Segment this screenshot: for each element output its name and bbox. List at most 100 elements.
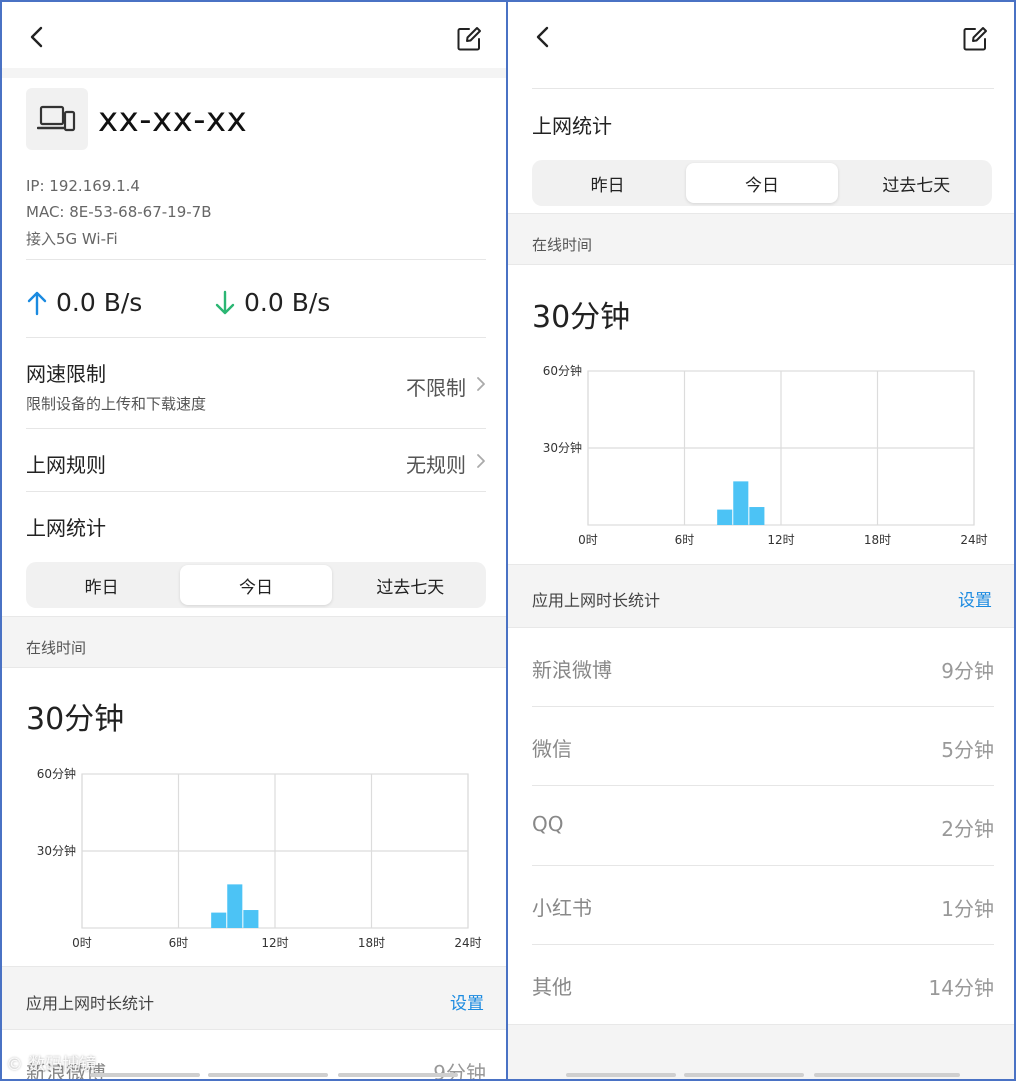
speed-limit-title: 网速限制: [26, 362, 106, 386]
chart-x-tick-label: 24时: [960, 533, 987, 547]
app-stat-row: 其他 14分钟: [508, 945, 1014, 1025]
app-stat-value: 9分钟: [433, 1061, 486, 1081]
upload-arrow-icon: [27, 291, 47, 315]
upload-speed: 0.0 B/s: [26, 288, 142, 317]
device-ip: IP: 192.169.1.4: [26, 177, 140, 195]
app-stats-title: 应用上网时长统计: [26, 994, 155, 1013]
upload-speed-value: 0.0 B/s: [56, 288, 143, 317]
chevron-right-icon: [477, 377, 485, 391]
app-stat-name: 小红书: [532, 896, 592, 920]
back-button[interactable]: [526, 20, 560, 54]
online-time-value: 30分钟: [26, 702, 125, 737]
stats-title: 上网统计: [532, 114, 612, 138]
speed-limit-row[interactable]: 网速限制 限制设备的上传和下载速度 不限制: [2, 338, 506, 428]
tab-last-seven-days[interactable]: 过去七天: [841, 160, 992, 206]
chart-x-tick-label: 0时: [578, 533, 598, 547]
app-stats-settings-link[interactable]: 设置: [450, 989, 484, 1014]
online-time-section-header: 在线时间: [2, 616, 506, 668]
chart-bar: [211, 912, 227, 928]
chart-x-tick-label: 6时: [169, 936, 189, 950]
app-stat-value: 9分钟: [941, 659, 994, 683]
chart-bar: [243, 910, 259, 928]
online-time-label: 在线时间: [532, 236, 593, 254]
app-stats-section-header: 应用上网时长统计 设置: [2, 966, 506, 1030]
app-stat-row: 微信 5分钟: [508, 707, 1014, 787]
scroll-indicator: [90, 1073, 200, 1077]
back-button[interactable]: [20, 20, 54, 54]
divider: [26, 259, 486, 260]
divider: [26, 491, 486, 492]
download-speed: 0.0 B/s: [214, 288, 330, 317]
online-time-value: 30分钟: [532, 300, 631, 335]
scroll-indicator: [566, 1073, 676, 1077]
tab-last-seven-days[interactable]: 过去七天: [335, 562, 486, 608]
stats-tab-selector: 昨日 今日 过去七天: [532, 160, 992, 206]
app-stat-name: 其他: [532, 975, 572, 999]
app-stat-row: 小红书 1分钟: [508, 866, 1014, 946]
chart-y-tick-label: 30分钟: [37, 843, 76, 858]
app-stat-value: 1分钟: [941, 897, 994, 921]
chevron-right-icon: [477, 454, 485, 468]
online-time-section-header: 在线时间: [508, 213, 1014, 265]
app-stat-name: 微信: [532, 737, 572, 761]
app-stat-value: 2分钟: [941, 817, 994, 841]
laptop-phone-icon: [37, 105, 76, 132]
chart-bar: [749, 507, 765, 525]
stats-tab-selector: 昨日 今日 过去七天: [26, 562, 486, 608]
device-avatar: [26, 88, 88, 150]
chart-x-tick-label: 12时: [261, 936, 288, 950]
device-connection: 接入5G Wi-Fi: [26, 230, 118, 248]
chart-x-tick-label: 18时: [864, 533, 891, 547]
chart-y-tick-label: 60分钟: [37, 766, 76, 781]
speed-limit-value: 不限制: [406, 376, 466, 400]
download-arrow-icon: [215, 290, 235, 314]
app-stat-row: QQ 2分钟: [508, 786, 1014, 866]
chevron-left-icon: [536, 26, 549, 48]
chart-bar: [733, 481, 749, 525]
edit-icon: [963, 27, 987, 51]
app-stats-settings-link[interactable]: 设置: [958, 586, 992, 611]
chart-x-tick-label: 0时: [72, 936, 92, 950]
scroll-indicator: [684, 1073, 804, 1077]
tab-yesterday[interactable]: 昨日: [26, 562, 177, 608]
chart-x-tick-label: 24时: [454, 936, 481, 950]
online-time-chart: 60分钟 30分钟 0时 6时 12时 18时 24时: [543, 363, 988, 547]
stats-title: 上网统计: [26, 516, 106, 540]
edit-button[interactable]: [958, 22, 992, 56]
online-time-chart: 60分钟 30分钟 0时 6时 12时 18时 24时: [37, 766, 482, 950]
tab-yesterday[interactable]: 昨日: [532, 160, 683, 206]
divider: [532, 88, 994, 89]
scroll-indicator: [338, 1073, 458, 1077]
scroll-indicator: [814, 1073, 960, 1077]
rules-value: 无规则: [406, 453, 466, 477]
app-stats-section-header: 应用上网时长统计 设置: [508, 564, 1014, 628]
chart-x-tick-label: 6时: [675, 533, 695, 547]
chart-y-tick-label: 30分钟: [543, 440, 582, 455]
online-time-label: 在线时间: [26, 639, 87, 657]
chevron-left-icon: [30, 26, 43, 48]
speed-limit-subtitle: 限制设备的上传和下载速度: [26, 395, 207, 413]
scroll-indicator: [208, 1073, 328, 1077]
app-stats-title: 应用上网时长统计: [532, 591, 661, 610]
download-speed-value: 0.0 B/s: [244, 288, 331, 317]
app-stat-name: 新浪微博: [532, 658, 612, 682]
app-stat-value: 5分钟: [941, 738, 994, 762]
tab-today[interactable]: 今日: [686, 163, 838, 203]
device-detail-screen-scrolled: 上网统计 昨日 今日 过去七天 在线时间 30分钟 60分钟 30分钟 0时 6时 1…: [506, 0, 1016, 1081]
tab-today[interactable]: 今日: [180, 565, 332, 605]
watermark: © 数码博镜: [6, 1055, 97, 1075]
chart-y-tick-label: 60分钟: [543, 363, 582, 378]
app-stat-value: 14分钟: [928, 976, 994, 1000]
edit-icon: [457, 27, 481, 51]
rules-row[interactable]: 上网规则 无规则: [2, 429, 506, 491]
device-mac: MAC: 8E-53-68-67-19-7B: [26, 203, 212, 221]
chart-x-tick-label: 18时: [358, 936, 385, 950]
app-stat-name: QQ: [532, 812, 564, 836]
device-detail-screen-top: xx-xx-xx IP: 192.169.1.4 MAC: 8E-53-68-6…: [0, 0, 508, 1081]
edit-button[interactable]: [452, 22, 486, 56]
chart-bar: [227, 884, 243, 928]
header-separator: [2, 68, 506, 78]
rules-title: 上网规则: [26, 453, 106, 477]
device-name: xx-xx-xx: [98, 100, 248, 140]
chart-bar: [717, 509, 733, 525]
